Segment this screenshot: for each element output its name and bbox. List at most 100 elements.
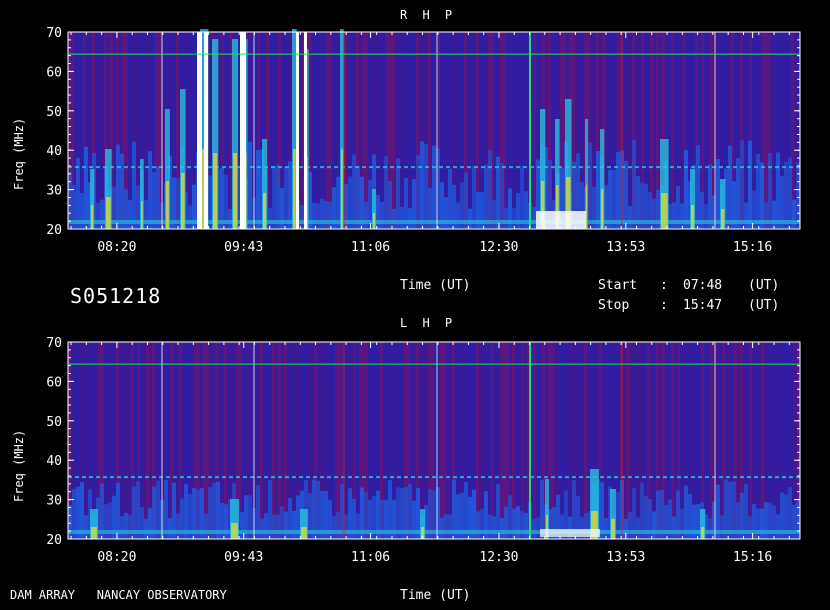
emission-band [504, 207, 508, 229]
x-tick-label: 12:30 [479, 240, 518, 255]
emission-band [776, 514, 780, 539]
emission-band [520, 166, 524, 229]
emission-band [748, 516, 752, 539]
burst-core [91, 205, 94, 229]
noise-column [533, 342, 536, 539]
emission-band [492, 199, 496, 229]
emission-band [760, 162, 764, 229]
emission-band [488, 514, 492, 539]
emission-band [756, 508, 760, 539]
emission-band [720, 515, 724, 539]
burst-core [263, 193, 267, 229]
emission-band [128, 199, 132, 229]
emission-band [504, 506, 508, 539]
y-tick-label: 20 [46, 533, 62, 548]
noise-column [776, 342, 779, 539]
x-tick-label: 15:16 [733, 240, 772, 255]
emission-band [632, 139, 636, 229]
saturation-column [304, 32, 307, 229]
burst-core [373, 213, 376, 229]
emission-band [628, 205, 632, 229]
saturation-column [296, 32, 299, 229]
emission-band [792, 199, 796, 229]
emission-band [796, 162, 800, 229]
y-tick-label: 20 [46, 223, 62, 238]
emission-band [772, 505, 776, 539]
noise-column [392, 32, 395, 229]
burst-core [166, 181, 169, 229]
emission-band [324, 201, 328, 229]
emission-band [332, 515, 336, 539]
emission-band [628, 511, 632, 539]
y-tick-label: 70 [46, 26, 62, 41]
noise-column [488, 342, 491, 539]
noise-column [365, 32, 368, 229]
noise-column [443, 342, 446, 539]
noise-column [275, 342, 278, 539]
burst-core [181, 173, 185, 229]
burst-core [611, 519, 615, 539]
emission-band [448, 514, 452, 539]
noise-column [272, 342, 275, 539]
emission-band [280, 506, 284, 539]
emission-band [680, 508, 684, 539]
emission-band [784, 161, 788, 229]
emission-band [440, 517, 444, 539]
panel-0: 20 30 40 50 60 70 08:20 09:43 11:06 12:30 13:53 15:… [46, 26, 801, 255]
emission-band [84, 515, 88, 539]
emission-band [756, 153, 760, 229]
noise-column [101, 32, 104, 229]
emission-band [364, 201, 368, 229]
emission-band [132, 141, 136, 229]
emission-band [140, 507, 144, 539]
emission-band [624, 160, 628, 229]
emission-band [652, 198, 656, 229]
emission-band [148, 508, 152, 539]
emission-band [444, 197, 448, 229]
noise-column [269, 32, 272, 229]
emission-band [776, 152, 780, 229]
y-tick-label: 50 [46, 415, 62, 430]
noise-column [653, 342, 656, 539]
emission-band [636, 517, 640, 539]
y-tick-label: 50 [46, 105, 62, 120]
noise-column [629, 342, 632, 539]
emission-band [476, 511, 480, 539]
noise-column [533, 32, 536, 229]
x-tick-label: 09:43 [224, 240, 263, 255]
noise-column [773, 32, 776, 229]
emission-band [736, 158, 740, 229]
emission-band [300, 205, 304, 229]
emission-band [356, 165, 360, 229]
emission-band [488, 150, 492, 229]
x-tick-label: 09:43 [224, 550, 263, 565]
emission-band [176, 513, 180, 539]
emission-band [500, 518, 504, 539]
noise-column [446, 342, 449, 539]
emission-band [268, 207, 272, 229]
noise-column [569, 342, 572, 539]
emission-band [716, 159, 720, 229]
noise-column [314, 32, 317, 229]
emission-band [444, 514, 448, 539]
noise-column [299, 32, 302, 229]
noise-column [704, 32, 707, 229]
emission-band [128, 514, 132, 539]
noise-column [335, 342, 338, 539]
x-tick-label: 13:53 [606, 550, 645, 565]
noise-column [260, 342, 263, 539]
noise-column [671, 32, 674, 229]
emission-band [524, 512, 528, 539]
saturation-column [240, 32, 246, 229]
emission-band [684, 150, 688, 229]
noise-column [764, 32, 767, 229]
emission-band [144, 518, 148, 539]
noise-column [587, 342, 590, 539]
noise-column [356, 342, 359, 539]
emission-band [520, 511, 524, 539]
emission-band [272, 165, 276, 229]
noise-column [491, 342, 494, 539]
burst-core [106, 197, 111, 229]
emission-band [264, 513, 268, 539]
emission-band [740, 140, 744, 229]
